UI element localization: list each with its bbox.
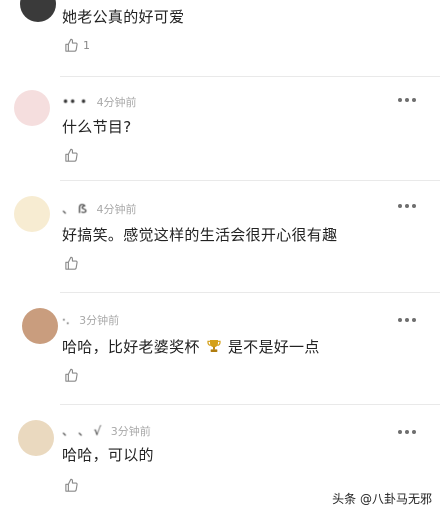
- comment-text-part: 是不是好一点: [227, 338, 320, 356]
- comment-item: ·. 3分钟前 哈哈，比好老婆奖杯 是不是好一点: [0, 296, 440, 406]
- comment-text: 哈哈，比好老婆奖杯 是不是好一点: [62, 336, 320, 357]
- more-horizontal-icon: [398, 430, 402, 434]
- watermark: 头条 @八卦马无邪: [332, 492, 432, 506]
- trophy-icon: [207, 340, 221, 352]
- more-options-button[interactable]: [398, 430, 416, 434]
- divider: [60, 76, 440, 77]
- timestamp: 3分钟前: [110, 425, 151, 438]
- avatar[interactable]: [14, 196, 50, 232]
- comment-meta: 、 、 √ 3分钟前: [62, 422, 151, 439]
- avatar[interactable]: [18, 420, 54, 456]
- comment-item: 她老公真的好可爱 1: [0, 0, 440, 80]
- comment-text: 什么节目?: [62, 118, 132, 136]
- comment-item: •• • 4分钟前 什么节目?: [0, 80, 440, 180]
- more-horizontal-icon: [398, 98, 402, 102]
- divider: [60, 404, 440, 405]
- comment-meta: ·. 3分钟前: [62, 312, 119, 328]
- divider: [60, 292, 440, 293]
- like-button[interactable]: 1: [64, 38, 90, 53]
- avatar[interactable]: [22, 308, 58, 344]
- comment-item: 、 ẞ 4分钟前 好搞笑。感觉这样的生活会很开心很有趣: [0, 184, 440, 294]
- like-count: 1: [83, 39, 90, 52]
- avatar[interactable]: [20, 0, 56, 22]
- like-button[interactable]: [64, 148, 79, 163]
- more-horizontal-icon: [398, 204, 402, 208]
- comment-text: 她老公真的好可爱: [62, 8, 185, 26]
- comment-text: 好搞笑。感觉这样的生活会很开心很有趣: [62, 226, 338, 244]
- comment-text-part: 哈哈，比好老婆奖杯: [62, 338, 200, 356]
- thumbs-up-icon: [65, 478, 78, 492]
- divider: [60, 180, 440, 181]
- thumbs-up-icon: [65, 38, 78, 52]
- like-button[interactable]: [64, 368, 79, 383]
- thumbs-up-icon: [65, 368, 78, 382]
- user-name[interactable]: 、 ẞ: [62, 200, 87, 217]
- comment-meta: •• • 4分钟前: [62, 94, 137, 110]
- user-name[interactable]: ·.: [62, 313, 70, 327]
- avatar[interactable]: [14, 90, 50, 126]
- more-options-button[interactable]: [398, 204, 416, 208]
- thumbs-up-icon: [65, 256, 78, 270]
- more-options-button[interactable]: [398, 318, 416, 322]
- timestamp: 4分钟前: [96, 203, 137, 216]
- like-button[interactable]: [64, 256, 79, 271]
- timestamp: 4分钟前: [96, 96, 137, 109]
- user-name[interactable]: 、 、 √: [62, 422, 101, 439]
- like-button[interactable]: [64, 478, 79, 493]
- thumbs-up-icon: [65, 148, 78, 162]
- comment-meta: 、 ẞ 4分钟前: [62, 200, 137, 217]
- more-horizontal-icon: [398, 318, 402, 322]
- timestamp: 3分钟前: [79, 314, 120, 327]
- more-options-button[interactable]: [398, 98, 416, 102]
- comment-text: 哈哈，可以的: [62, 446, 154, 464]
- user-name[interactable]: •• •: [62, 95, 87, 109]
